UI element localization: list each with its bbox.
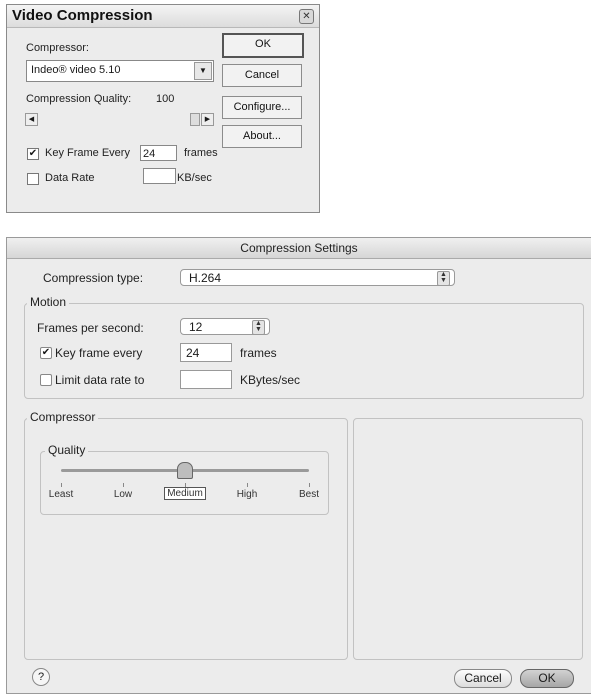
slider-right-arrow-icon[interactable]: ▶	[201, 113, 214, 126]
limit-data-rate-checkbox[interactable]	[40, 374, 52, 386]
compression-type-label: Compression type:	[43, 271, 144, 285]
popup-arrows-icon: ▲ ▼	[252, 320, 265, 335]
quality-tick	[123, 483, 124, 487]
compression-type-popup[interactable]: H.264 ▲ ▼	[180, 269, 455, 286]
data-rate-unit: KB/sec	[177, 172, 212, 184]
compression-quality-label: Compression Quality:	[26, 93, 132, 105]
quality-group-label: Quality	[45, 443, 89, 457]
key-frame-input[interactable]: 24	[140, 145, 177, 161]
data-rate-checkbox[interactable]	[27, 173, 39, 185]
key-frame-label: Key frame every	[55, 346, 143, 360]
compressor-group-label: Compressor	[27, 410, 99, 424]
ok-button[interactable]: OK	[222, 33, 304, 58]
quality-tick-label[interactable]: Best	[299, 489, 319, 500]
key-frame-checkbox[interactable]: ✔	[27, 148, 39, 160]
fps-value: 12	[189, 320, 203, 334]
compression-settings-dialog: Compression Settings Compression type: H…	[6, 237, 591, 694]
key-frame-input[interactable]: 24	[180, 343, 232, 362]
about-button[interactable]: About...	[222, 125, 302, 148]
title-bar: Video Compression ✕	[7, 5, 319, 28]
limit-data-rate-label: Limit data rate to	[55, 373, 145, 387]
motion-group-label: Motion	[27, 295, 70, 309]
preview-pane	[353, 418, 583, 660]
quality-tick	[309, 483, 310, 487]
quality-tick-label[interactable]: Low	[114, 489, 132, 500]
configure-button[interactable]: Configure...	[222, 96, 302, 119]
title-bar: Compression Settings	[7, 238, 591, 259]
quality-tick	[247, 483, 248, 487]
ok-button[interactable]: OK	[520, 669, 574, 688]
compression-quality-slider[interactable]: ◀ ▶	[25, 113, 215, 126]
quality-tick	[61, 483, 62, 487]
dialog-title: Compression Settings	[240, 241, 358, 255]
quality-tick-label[interactable]: Least	[49, 489, 73, 500]
limit-data-rate-unit: KBytes/sec	[240, 373, 301, 387]
key-frame-label: Key Frame Every	[45, 147, 130, 159]
fps-popup[interactable]: 12 ▲ ▼	[180, 318, 270, 335]
compressor-label: Compressor:	[26, 42, 89, 54]
compressor-value: Indeo® video 5.10	[31, 64, 121, 76]
cancel-button[interactable]: Cancel	[454, 669, 512, 688]
cancel-button[interactable]: Cancel	[222, 64, 302, 87]
popup-arrows-icon: ▲ ▼	[437, 271, 450, 286]
video-compression-dialog: Video Compression ✕ Compressor: Indeo® v…	[6, 4, 320, 213]
quality-tick-label[interactable]: High	[237, 489, 258, 500]
key-frame-unit: frames	[184, 147, 218, 159]
fps-label: Frames per second:	[37, 321, 144, 335]
slider-left-arrow-icon[interactable]: ◀	[25, 113, 38, 126]
compressor-select[interactable]: Indeo® video 5.10 ▼	[26, 60, 214, 82]
dialog-title: Video Compression	[12, 7, 153, 24]
quality-slider-thumb[interactable]	[177, 462, 193, 479]
key-frame-unit: frames	[240, 346, 277, 360]
quality-tick-label[interactable]: Medium	[164, 487, 206, 500]
dropdown-arrow-icon[interactable]: ▼	[194, 62, 212, 80]
compression-type-value: H.264	[189, 271, 222, 285]
data-rate-label: Data Rate	[45, 172, 95, 184]
slider-thumb[interactable]	[190, 113, 200, 126]
compression-quality-value: 100	[156, 93, 175, 105]
limit-data-rate-input[interactable]	[180, 370, 232, 389]
close-icon[interactable]: ✕	[299, 9, 314, 24]
help-icon[interactable]: ?	[32, 668, 50, 686]
key-frame-checkbox[interactable]: ✔	[40, 347, 52, 359]
data-rate-input[interactable]	[143, 168, 176, 184]
